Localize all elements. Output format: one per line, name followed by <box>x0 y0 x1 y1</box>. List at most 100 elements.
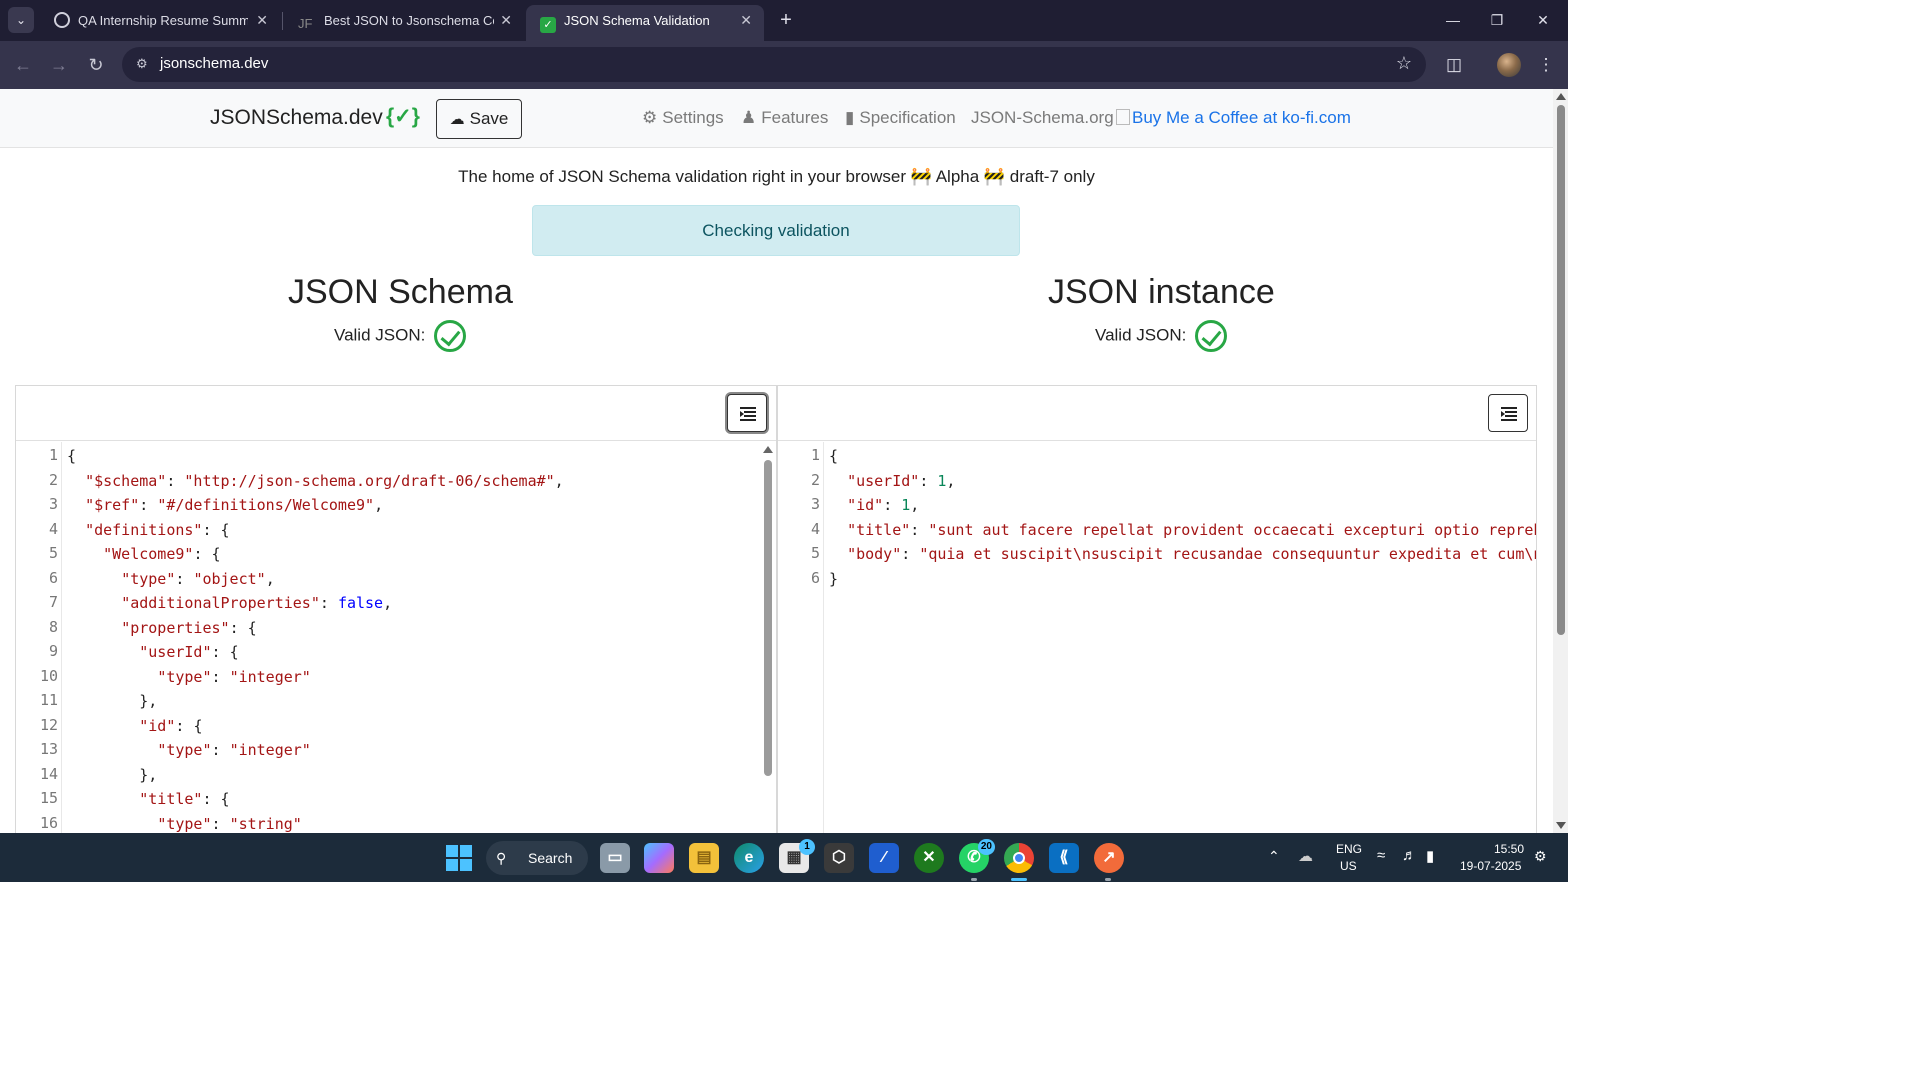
instance-code-area[interactable]: { "userId": 1, "id": 1, "title": "sunt a… <box>824 447 1536 833</box>
tab-label: JSON Schema Validation <box>564 13 710 28</box>
vscode-icon[interactable]: ⟪ <box>1049 843 1079 873</box>
code-line[interactable]: "type": "object", <box>67 570 275 588</box>
scrollbar-thumb[interactable] <box>764 460 772 776</box>
site-navbar: JSONSchema.dev {✓} ☁ Save ⚙ Settings ♟ Feat… <box>0 89 1553 148</box>
reload-icon[interactable]: ↻ <box>82 51 110 79</box>
code-line[interactable]: "additionalProperties": false, <box>67 594 392 612</box>
volume-icon[interactable]: ♬ <box>1402 847 1417 864</box>
page-scrollbar[interactable] <box>1553 89 1568 833</box>
code-line[interactable]: } <box>829 570 838 588</box>
close-tab-icon[interactable]: ✕ <box>740 5 752 36</box>
chatgpt-favicon-icon <box>54 12 70 28</box>
schema-editor[interactable]: 1 2 3 4 5 6 7 8 9 10 11 12 13 14 15 16 { "$schema": "ht… <box>15 385 777 833</box>
dev-app-icon[interactable]: ⬡ <box>824 843 854 873</box>
new-tab-button[interactable]: + <box>774 6 798 34</box>
code-line[interactable]: "title": "sunt aut facere repellat provi… <box>829 521 1536 539</box>
save-button[interactable]: ☁ Save <box>436 99 522 139</box>
windows-start-icon[interactable] <box>446 845 472 871</box>
code-line[interactable]: "id": 1, <box>829 496 919 514</box>
edge-browser-icon[interactable]: e <box>734 843 764 873</box>
tab-search-chevron-icon[interactable]: ⌄ <box>8 7 34 33</box>
scroll-down-arrow-icon[interactable] <box>1556 822 1566 829</box>
schema-code-area[interactable]: { "$schema": "http://json-schema.org/dra… <box>62 447 776 833</box>
scroll-up-arrow-icon[interactable] <box>1556 93 1566 100</box>
lang-bottom[interactable]: US <box>1340 859 1357 873</box>
scroll-up-arrow-icon[interactable] <box>763 446 773 453</box>
instance-editor[interactable]: 1 2 3 4 5 6 { "userId": 1, "id": 1, "title": … <box>777 385 1537 833</box>
xbox-icon[interactable]: ✕ <box>914 843 944 873</box>
code-line[interactable]: "title": { <box>67 790 229 808</box>
whatsapp-badge: 20 <box>977 839 995 855</box>
onedrive-error-icon[interactable]: ☁ <box>1298 847 1313 865</box>
tab-qa-internship[interactable]: QA Internship Resume Summar ✕ <box>40 5 280 41</box>
code-line[interactable]: { <box>829 447 838 465</box>
code-line[interactable]: "body": "quia et suscipit\nsuscipit recu… <box>829 545 1536 563</box>
instance-panel-title: JSON instance <box>1048 273 1275 311</box>
code-line[interactable]: }, <box>67 766 157 784</box>
profile-avatar[interactable] <box>1497 53 1521 77</box>
code-line[interactable]: "id": { <box>67 717 202 735</box>
windows-taskbar: ⚲ Search ▭ ▤ e ▦ 1 ⬡ ⁄ ✕ ✆ 20 ⟪ ↗ ⌃ ☁ ENG … <box>0 833 1568 882</box>
address-text[interactable]: jsonschema.dev <box>160 55 268 72</box>
tray-chevron-icon[interactable]: ⌃ <box>1268 848 1280 865</box>
code-line[interactable]: "properties": { <box>67 619 256 637</box>
extensions-puzzle-icon[interactable]: ◫ <box>1440 51 1468 79</box>
whatsapp-icon[interactable]: ✆ 20 <box>959 839 995 873</box>
page-scrollbar-thumb[interactable] <box>1557 105 1565 635</box>
wifi-icon[interactable]: ≈ <box>1377 847 1385 864</box>
line-number: 3 <box>810 495 820 513</box>
close-tab-icon[interactable]: ✕ <box>500 5 512 36</box>
lang-top[interactable]: ENG <box>1336 842 1362 856</box>
code-line[interactable]: "$ref": "#/definitions/Welcome9", <box>67 496 383 514</box>
browser-menu-icon[interactable]: ⋮ <box>1532 51 1560 79</box>
nav-features[interactable]: ♟ Features <box>741 108 828 128</box>
tab-json-schema-validation[interactable]: ✓ JSON Schema Validation ✕ <box>526 5 764 41</box>
schema-editor-scrollbar[interactable] <box>762 442 774 833</box>
chrome-icon[interactable] <box>1004 843 1034 873</box>
notification-bell-icon[interactable]: ⚙ <box>1534 848 1547 865</box>
back-arrow-icon[interactable]: ← <box>9 51 37 79</box>
code-line[interactable]: "$schema": "http://json-schema.org/draft… <box>67 472 564 490</box>
postman-icon[interactable]: ↗ <box>1094 843 1124 873</box>
task-view-icon[interactable]: ▭ <box>600 843 630 873</box>
tab-label: Best JSON to Jsonschema Conv <box>324 13 494 28</box>
taskbar-search[interactable]: ⚲ Search <box>486 841 588 875</box>
address-bar[interactable]: ⚙ jsonschema.dev ☆ <box>122 47 1426 82</box>
code-line[interactable]: "type": "integer" <box>67 668 311 686</box>
file-explorer-icon[interactable]: ▤ <box>689 843 719 873</box>
forward-arrow-icon[interactable]: → <box>45 51 73 79</box>
microsoft-store-icon[interactable]: ▦ 1 <box>779 839 815 873</box>
kofi-link[interactable]: Buy Me a Coffee at ko-fi.com <box>1116 108 1351 128</box>
running-indicator <box>971 878 977 881</box>
nav-settings[interactable]: ⚙ Settings <box>642 108 724 128</box>
restore-window-icon[interactable]: ❐ <box>1474 6 1520 34</box>
code-line[interactable]: "Welcome9": { <box>67 545 220 563</box>
copilot-icon[interactable] <box>644 843 674 873</box>
clock-time[interactable]: 15:50 <box>1494 842 1524 856</box>
battery-icon[interactable]: ▮ <box>1426 847 1434 865</box>
format-instance-button[interactable] <box>1488 394 1528 432</box>
nav-specification[interactable]: ▮ Specification <box>845 108 956 128</box>
code-line[interactable]: "type": "string" <box>67 815 302 833</box>
minimize-window-icon[interactable]: — <box>1430 6 1476 34</box>
code-line[interactable]: "userId": { <box>67 643 238 661</box>
code-line[interactable]: "definitions": { <box>67 521 230 539</box>
azure-data-studio-icon[interactable]: ⁄ <box>869 843 899 873</box>
code-line[interactable]: "type": "integer" <box>67 741 311 759</box>
format-schema-button[interactable] <box>727 394 767 432</box>
nav-specification-label: Specification <box>859 108 956 127</box>
code-line[interactable]: "userId": 1, <box>829 472 955 490</box>
nav-jsonschema-org[interactable]: JSON-Schema.org <box>971 108 1114 128</box>
line-number: 9 <box>48 642 58 660</box>
site-brand[interactable]: JSONSchema.dev <box>210 106 383 130</box>
instance-valid-label: Valid JSON: <box>1095 325 1187 345</box>
bookmark-star-icon[interactable]: ☆ <box>1396 53 1412 74</box>
jsonschema-favicon-icon: ✓ <box>540 17 556 33</box>
close-tab-icon[interactable]: ✕ <box>256 5 268 36</box>
site-info-icon[interactable]: ⚙ <box>136 56 152 72</box>
code-line[interactable]: }, <box>67 692 157 710</box>
tab-json-to-jsonschema[interactable]: JF Best JSON to Jsonschema Conv ✕ <box>284 5 524 41</box>
code-line[interactable]: { <box>67 447 76 465</box>
close-window-icon[interactable]: ✕ <box>1520 6 1566 34</box>
clock-date[interactable]: 19-07-2025 <box>1460 859 1521 873</box>
